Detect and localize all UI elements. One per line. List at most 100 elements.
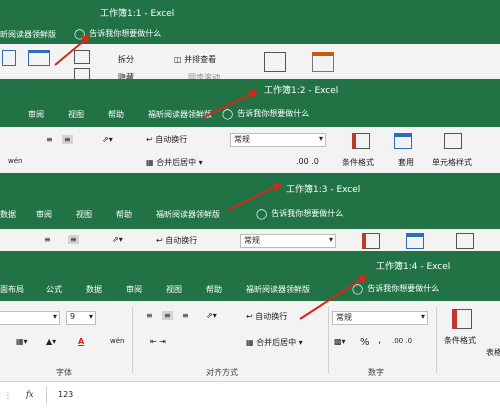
phonetic-button[interactable]: wén [8, 157, 22, 165]
align-center-icon[interactable]: ≡ [62, 135, 73, 144]
font-size-value: 9 [70, 312, 76, 321]
align-left-icon[interactable]: ≡ [146, 311, 153, 320]
percent-button[interactable]: % [360, 337, 370, 348]
cell-style-icon[interactable] [456, 233, 474, 249]
format-as-table-button[interactable]: 套用 [398, 157, 414, 168]
group-divider [436, 307, 437, 373]
tell-me-label: 告诉我你想要做什么 [89, 29, 162, 38]
accounting-format-icon[interactable]: ▩▾ [334, 337, 346, 346]
wrap-text-button[interactable]: ↩ 自动换行 [146, 134, 187, 145]
number-format-select[interactable]: 常规 ▾ [240, 234, 336, 248]
title-bar: 工作簿1:1 - Excel 福昕阅读器领鲜版 ◯告诉我你想要做什么 [0, 0, 500, 44]
align-center-icon[interactable]: ≡ [162, 311, 173, 320]
tab-review[interactable]: 审阅 [36, 209, 52, 220]
font-color-button[interactable]: A [78, 337, 84, 346]
tell-me-search[interactable]: ◯ 告诉我你想要做什么 [222, 108, 309, 120]
tab-page-layout[interactable]: 面布局 [0, 284, 24, 295]
tab-reader[interactable]: 福昕阅读器领鲜版 [156, 209, 220, 220]
cell-style-button[interactable]: 单元格样式 [432, 157, 472, 168]
number-format-value: 常规 [244, 236, 260, 245]
group-divider [132, 307, 133, 373]
number-format-select[interactable]: 常规 ▾ [230, 133, 326, 147]
tab-help[interactable]: 帮助 [116, 209, 132, 220]
group-label-font: 字体 [56, 368, 72, 377]
window-icon[interactable] [74, 50, 90, 64]
conditional-format-button[interactable]: 条件格式 [342, 157, 374, 168]
tab-reader[interactable]: 福昕阅读器领鲜版 [0, 29, 56, 40]
align-right-icon[interactable]: ≡ [182, 311, 189, 320]
formula-input[interactable]: 123 [58, 390, 73, 399]
tab-view[interactable]: 视图 [166, 284, 182, 295]
table-format-icon[interactable] [406, 233, 424, 249]
tab-data[interactable]: 数据 [0, 209, 16, 220]
excel-window-1: 工作簿1:1 - Excel 福昕阅读器领鲜版 ◯告诉我你想要做什么 拆分 隐藏… [0, 0, 500, 85]
fill-color-icon[interactable]: ▲▾ [46, 337, 56, 346]
side-by-side-label: 并排查看 [184, 55, 217, 64]
conditional-format-icon[interactable] [362, 233, 380, 249]
tab-formulas[interactable]: 公式 [46, 284, 62, 295]
excel-window-3: 工作簿1:3 - Excel 数据 审阅 视图 帮助 福昕阅读器领鲜版 ◯ 告诉我… [0, 173, 500, 255]
title-bar: 工作簿1:2 - Excel 审阅 视图 帮助 福昕阅读器领鲜版 ◯ 告诉我你想要… [0, 79, 500, 127]
window-title: 工作簿1:2 - Excel [264, 86, 339, 96]
wrap-text-button[interactable]: ↩ 自动换行 [156, 235, 197, 246]
split-button[interactable]: 拆分 [118, 54, 134, 65]
tab-data[interactable]: 数据 [86, 284, 102, 295]
table-format-icon[interactable] [394, 133, 412, 149]
tab-help[interactable]: 帮助 [108, 109, 124, 120]
indent-icon[interactable]: ⇤ ⇥ [150, 337, 166, 346]
cell-style-icon[interactable] [444, 133, 462, 149]
align-left-icon[interactable]: ≡ [46, 135, 53, 144]
merge-center-icon: ▦ [146, 158, 157, 167]
tell-me-search[interactable]: ◯ 告诉我你想要做什么 [352, 283, 439, 295]
page-break-icon[interactable] [28, 50, 50, 66]
borders-icon[interactable]: ▦▾ [16, 337, 28, 346]
merge-center-button[interactable]: ▦ 合并后居中 ▾ [146, 157, 203, 168]
wrap-text-label: 自动换行 [165, 236, 198, 245]
chevron-down-icon: ▾ [328, 235, 333, 244]
window-title: 工作簿1:1 - Excel [100, 9, 175, 19]
macros-icon[interactable] [312, 52, 334, 72]
orientation-icon[interactable]: ⇗▾ [206, 311, 217, 320]
orientation-icon[interactable]: ⇗▾ [112, 235, 123, 244]
align-center-icon[interactable]: ≡ [68, 235, 79, 244]
title-bar: 工作簿1:3 - Excel 数据 审阅 视图 帮助 福昕阅读器领鲜版 ◯ 告诉我… [0, 173, 500, 229]
switch-windows-icon[interactable] [264, 52, 286, 72]
format-as-table-button[interactable]: 表格 [486, 347, 500, 358]
orientation-icon[interactable]: ⇗▾ [102, 135, 113, 144]
number-format-select[interactable]: 常规 ▾ [332, 311, 428, 325]
page-layout-icon[interactable] [2, 50, 16, 66]
formula-cancel-icon[interactable]: ⋮ [4, 391, 12, 400]
comma-button[interactable]: , [378, 335, 381, 346]
wrap-text-label: 自动换行 [155, 135, 188, 144]
decimal-buttons[interactable]: .00 .0 [392, 337, 412, 345]
align-left-icon[interactable]: ≡ [44, 235, 51, 244]
title-bar: 工作簿1:4 - Excel 面布局 公式 数据 审阅 视图 帮助 福昕阅读器领… [0, 251, 500, 301]
formula-fx-button[interactable]: fx [26, 390, 33, 399]
tab-view[interactable]: 视图 [68, 109, 84, 120]
tab-reader[interactable]: 福昕阅读器领鲜版 [246, 284, 310, 295]
font-name-select[interactable]: ▾ [0, 311, 60, 325]
conditional-format-button[interactable]: 条件格式 [444, 335, 476, 346]
chevron-down-icon: ▾ [318, 134, 323, 143]
chevron-down-icon: ▾ [88, 312, 93, 321]
wrap-text-button[interactable]: ↩ 自动换行 [246, 311, 287, 322]
side-by-side-button[interactable]: ◫ 并排查看 [174, 54, 216, 65]
tab-review[interactable]: 审阅 [28, 109, 44, 120]
side-by-side-icon: ◫ [174, 55, 185, 64]
lightbulb-icon: ◯ [256, 209, 268, 220]
tab-view[interactable]: 视图 [76, 209, 92, 220]
tab-review[interactable]: 审阅 [126, 284, 142, 295]
merge-center-button[interactable]: ▦ 合并后居中 ▾ [246, 337, 303, 348]
decimal-buttons[interactable]: .00 .0 [296, 157, 319, 166]
tell-me-search[interactable]: ◯ 告诉我你想要做什么 [256, 208, 343, 220]
phonetic-button[interactable]: wén [110, 337, 124, 345]
merge-center-label: 合并后居中 [256, 338, 297, 347]
tab-reader[interactable]: 福昕阅读器领鲜版 [148, 109, 212, 120]
number-format-value: 常规 [234, 135, 250, 144]
conditional-format-icon[interactable] [352, 133, 370, 149]
conditional-format-icon[interactable] [452, 309, 472, 329]
tab-help[interactable]: 帮助 [206, 284, 222, 295]
excel-window-4: 工作簿1:4 - Excel 面布局 公式 数据 审阅 视图 帮助 福昕阅读器领… [0, 251, 500, 416]
lightbulb-icon: ◯ [352, 284, 364, 295]
font-size-select[interactable]: 9 ▾ [66, 311, 96, 325]
